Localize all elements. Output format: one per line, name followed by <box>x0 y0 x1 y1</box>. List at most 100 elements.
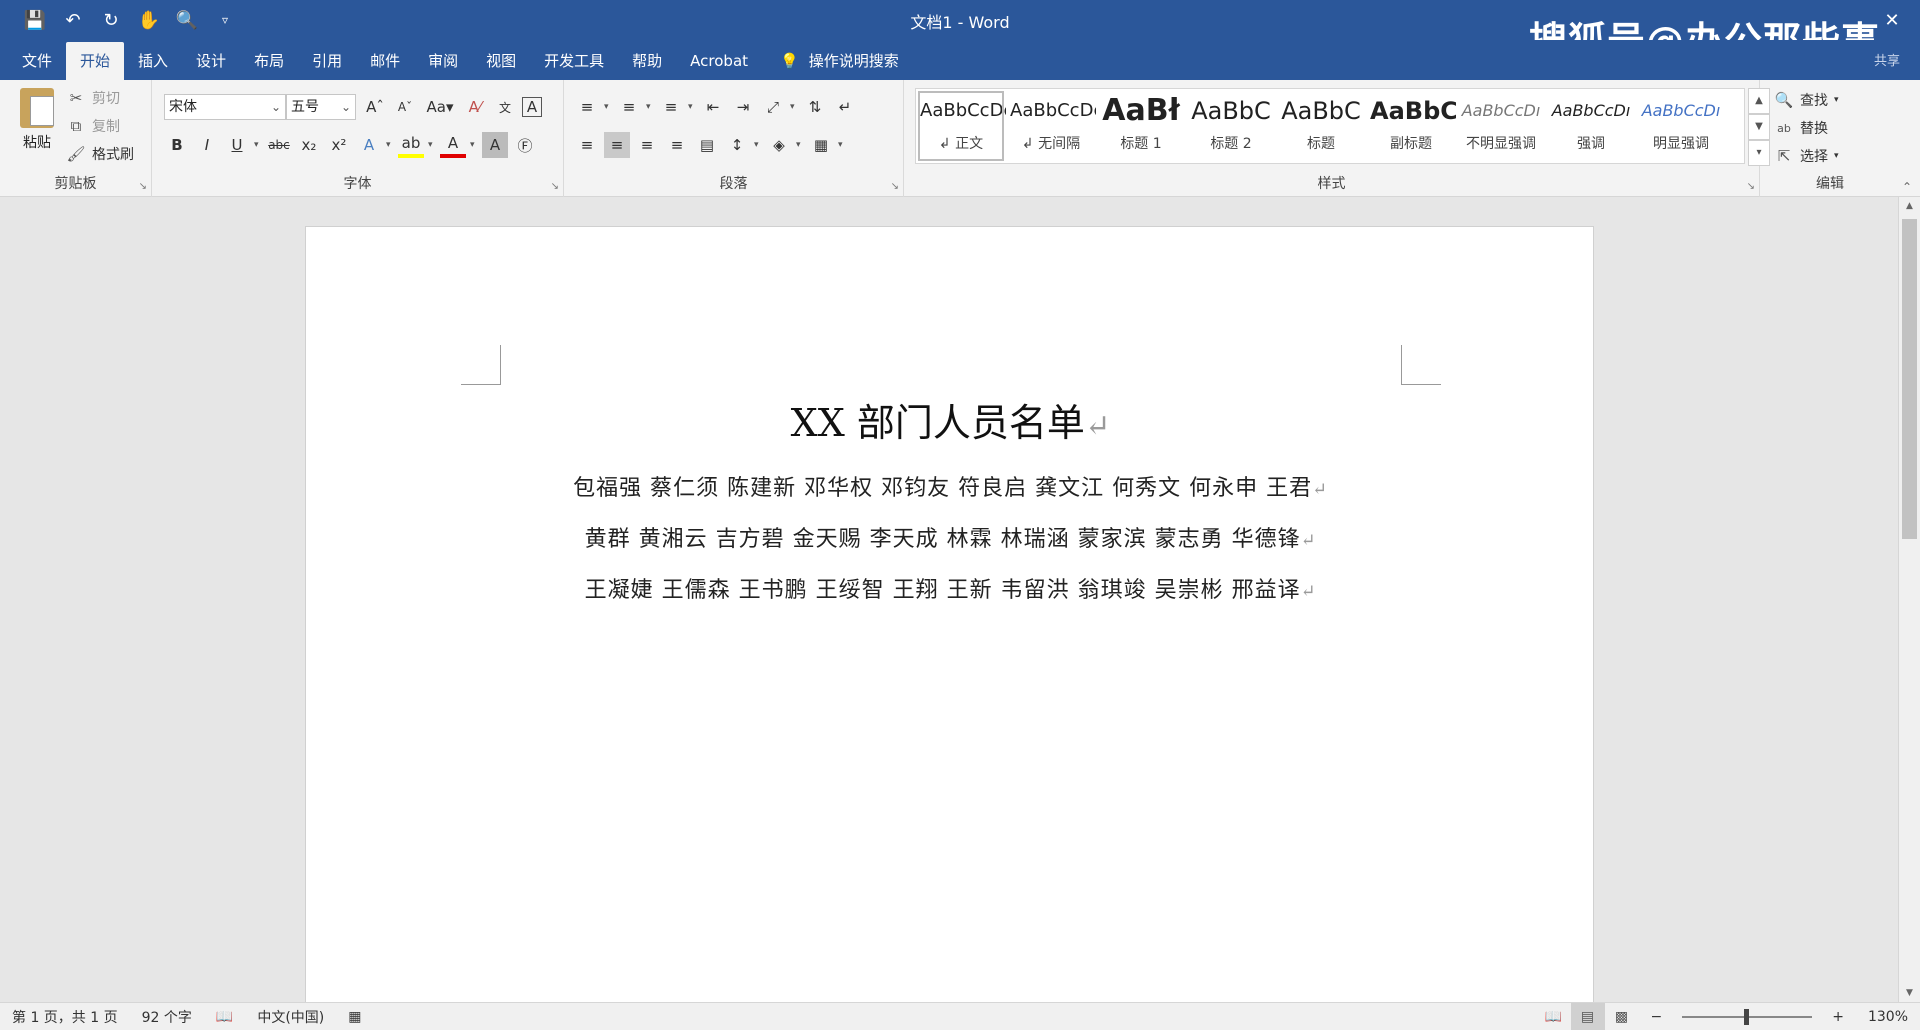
strikethrough-icon[interactable]: abc <box>266 132 292 158</box>
zoom-slider-thumb[interactable] <box>1744 1009 1750 1025</box>
phonetic-guide-icon[interactable]: 文 <box>492 94 518 120</box>
vertical-scrollbar[interactable]: ▲ ▼ <box>1898 197 1920 1002</box>
paste-button[interactable]: 粘贴 <box>14 88 60 152</box>
enclose-characters-icon[interactable]: Ⓕ <box>512 132 538 158</box>
tab-review[interactable]: 审阅 <box>414 42 472 80</box>
document-page[interactable]: XX 部门人员名单↵ 包福强 蔡仁须 陈建新 邓华权 邓钧友 符良启 龚文江 何… <box>305 226 1594 1002</box>
web-layout-icon[interactable]: ▩ <box>1605 1003 1639 1030</box>
superscript-icon[interactable]: x² <box>326 132 352 158</box>
name-line-3[interactable]: 王凝婕 王儒森 王书鹏 王绥智 王翔 王新 韦留洪 翁琪竣 吴崇彬 邢益译↵ <box>306 572 1595 604</box>
decrease-indent-icon[interactable]: ⇤ <box>700 94 726 120</box>
chevron-down-icon[interactable]: ▾ <box>838 140 846 150</box>
copy-button[interactable]: ⧉ 复制 <box>66 114 120 138</box>
subscript-icon[interactable]: x₂ <box>296 132 322 158</box>
font-size-combo[interactable]: 五号 ⌄ <box>286 94 356 120</box>
tab-help[interactable]: 帮助 <box>618 42 676 80</box>
borders-icon[interactable]: ▦ <box>808 132 834 158</box>
word-count[interactable]: 92 个字 <box>130 1007 204 1027</box>
bullets-icon[interactable]: ≡ <box>574 94 600 120</box>
style-normal[interactable]: AaBbCcDc ↲ 正文 <box>916 89 1006 163</box>
scroll-thumb[interactable] <box>1902 219 1917 539</box>
font-color-icon[interactable]: A <box>440 132 466 158</box>
clipboard-launcher-icon[interactable]: ↘ <box>139 181 147 192</box>
chinese-layout-icon[interactable]: ⤢ <box>760 94 786 120</box>
tab-file[interactable]: 文件 <box>8 42 66 80</box>
name-line-2[interactable]: 黄群 黄湘云 吉方碧 金天赐 李天成 林霖 林瑞涵 蒙家滨 蒙志勇 华德锋↵ <box>306 521 1595 553</box>
name-line-1[interactable]: 包福强 蔡仁须 陈建新 邓华权 邓钧友 符良启 龚文江 何秀文 何永申 王君↵ <box>306 470 1595 502</box>
distributed-icon[interactable]: ▤ <box>694 132 720 158</box>
line-spacing-icon[interactable]: ↕ <box>724 132 750 158</box>
share-button[interactable]: 共享 <box>1874 50 1900 69</box>
tab-mailings[interactable]: 邮件 <box>356 42 414 80</box>
change-case-button[interactable]: Aa ▾ <box>422 94 458 120</box>
tab-acrobat[interactable]: Acrobat <box>676 42 762 80</box>
page-count[interactable]: 第 1 页，共 1 页 <box>0 1007 130 1027</box>
character-border-icon[interactable]: A <box>522 97 542 117</box>
collapse-ribbon-icon[interactable]: ⌃ <box>1902 180 1912 194</box>
styles-launcher-icon[interactable]: ↘ <box>1747 181 1755 192</box>
scroll-up-icon[interactable]: ▲ <box>1899 197 1920 215</box>
style-no-spacing[interactable]: AaBbCcDc ↲ 无间隔 <box>1006 89 1096 163</box>
select-button[interactable]: ⇱ 选择 ▾ <box>1774 144 1839 168</box>
read-mode-icon[interactable]: 📖 <box>1537 1003 1571 1030</box>
shading-icon[interactable]: ◈ <box>766 132 792 158</box>
font-name-combo[interactable]: 宋体 ⌄ <box>164 94 286 120</box>
style-heading-2[interactable]: AaBbC 标题 2 <box>1186 89 1276 163</box>
grow-font-icon[interactable]: Aˆ <box>362 94 388 120</box>
tab-view[interactable]: 视图 <box>472 42 530 80</box>
style-subtitle[interactable]: AaBbC 副标题 <box>1366 89 1456 163</box>
tab-insert[interactable]: 插入 <box>124 42 182 80</box>
tell-me-search[interactable]: 💡 操作说明搜索 <box>780 42 899 80</box>
increase-indent-icon[interactable]: ⇥ <box>730 94 756 120</box>
tab-references[interactable]: 引用 <box>298 42 356 80</box>
style-title[interactable]: AaBbC 标题 <box>1276 89 1366 163</box>
proofing-icon[interactable]: 📖 <box>204 1009 245 1025</box>
chevron-down-icon[interactable]: ▾ <box>470 140 478 150</box>
chevron-down-icon[interactable]: ▾ <box>646 102 654 112</box>
clear-formatting-icon[interactable]: A⁄ <box>462 94 488 120</box>
tab-layout[interactable]: 布局 <box>240 42 298 80</box>
tab-design[interactable]: 设计 <box>182 42 240 80</box>
zoom-in-button[interactable]: + <box>1820 1009 1856 1025</box>
chevron-down-icon[interactable]: ▾ <box>386 140 394 150</box>
bold-icon[interactable]: B <box>164 132 190 158</box>
multilevel-list-icon[interactable]: ≡ <box>658 94 684 120</box>
print-layout-icon[interactable]: ▤ <box>1570 1003 1605 1030</box>
chevron-down-icon[interactable]: ▾ <box>604 102 612 112</box>
style-emphasis[interactable]: AaBbCcDı 强调 <box>1546 89 1636 163</box>
macro-record-icon[interactable]: ▦ <box>336 1009 373 1025</box>
style-intense-emphasis[interactable]: AaBbCcDı 明显强调 <box>1636 89 1726 163</box>
character-shading-icon[interactable]: A <box>482 132 508 158</box>
zoom-level[interactable]: 130% <box>1856 1009 1920 1025</box>
close-icon[interactable]: ✕ <box>1864 0 1920 40</box>
align-center-icon[interactable]: ≡ <box>604 132 630 158</box>
zoom-out-button[interactable]: − <box>1639 1009 1675 1025</box>
shrink-font-icon[interactable]: Aˇ <box>392 94 418 120</box>
tab-home[interactable]: 开始 <box>66 42 125 80</box>
chevron-down-icon[interactable]: ▾ <box>428 140 436 150</box>
justify-icon[interactable]: ≡ <box>664 132 690 158</box>
document-heading[interactable]: XX 部门人员名单↵ <box>306 392 1595 447</box>
font-launcher-icon[interactable]: ↘ <box>551 181 559 192</box>
sort-icon[interactable]: ⇅ <box>802 94 828 120</box>
chevron-down-icon[interactable]: ▾ <box>790 102 798 112</box>
chevron-down-icon[interactable]: ▾ <box>796 140 804 150</box>
highlight-icon[interactable]: ab <box>398 132 424 158</box>
scroll-down-icon[interactable]: ▼ <box>1899 984 1920 1002</box>
show-marks-icon[interactable]: ↵ <box>832 94 858 120</box>
text-effects-icon[interactable]: A <box>356 132 382 158</box>
chevron-down-icon[interactable]: ▾ <box>254 140 262 150</box>
chevron-down-icon[interactable]: ▾ <box>754 140 762 150</box>
style-subtle-emphasis[interactable]: AaBbCcDı 不明显强调 <box>1456 89 1546 163</box>
language-status[interactable]: 中文(中国) <box>245 1007 336 1027</box>
align-right-icon[interactable]: ≡ <box>634 132 660 158</box>
format-painter-button[interactable]: 🖌 格式刷 <box>66 142 134 166</box>
style-heading-1[interactable]: AaBł 标题 1 <box>1096 89 1186 163</box>
align-left-icon[interactable]: ≡ <box>574 132 600 158</box>
tab-developer[interactable]: 开发工具 <box>530 42 618 80</box>
chevron-down-icon[interactable]: ▾ <box>688 102 696 112</box>
cut-button[interactable]: ✂ 剪切 <box>66 86 120 110</box>
underline-icon[interactable]: U <box>224 132 250 158</box>
find-button[interactable]: 🔍 查找 ▾ <box>1774 88 1839 112</box>
replace-button[interactable]: ab 替换 <box>1774 116 1828 140</box>
